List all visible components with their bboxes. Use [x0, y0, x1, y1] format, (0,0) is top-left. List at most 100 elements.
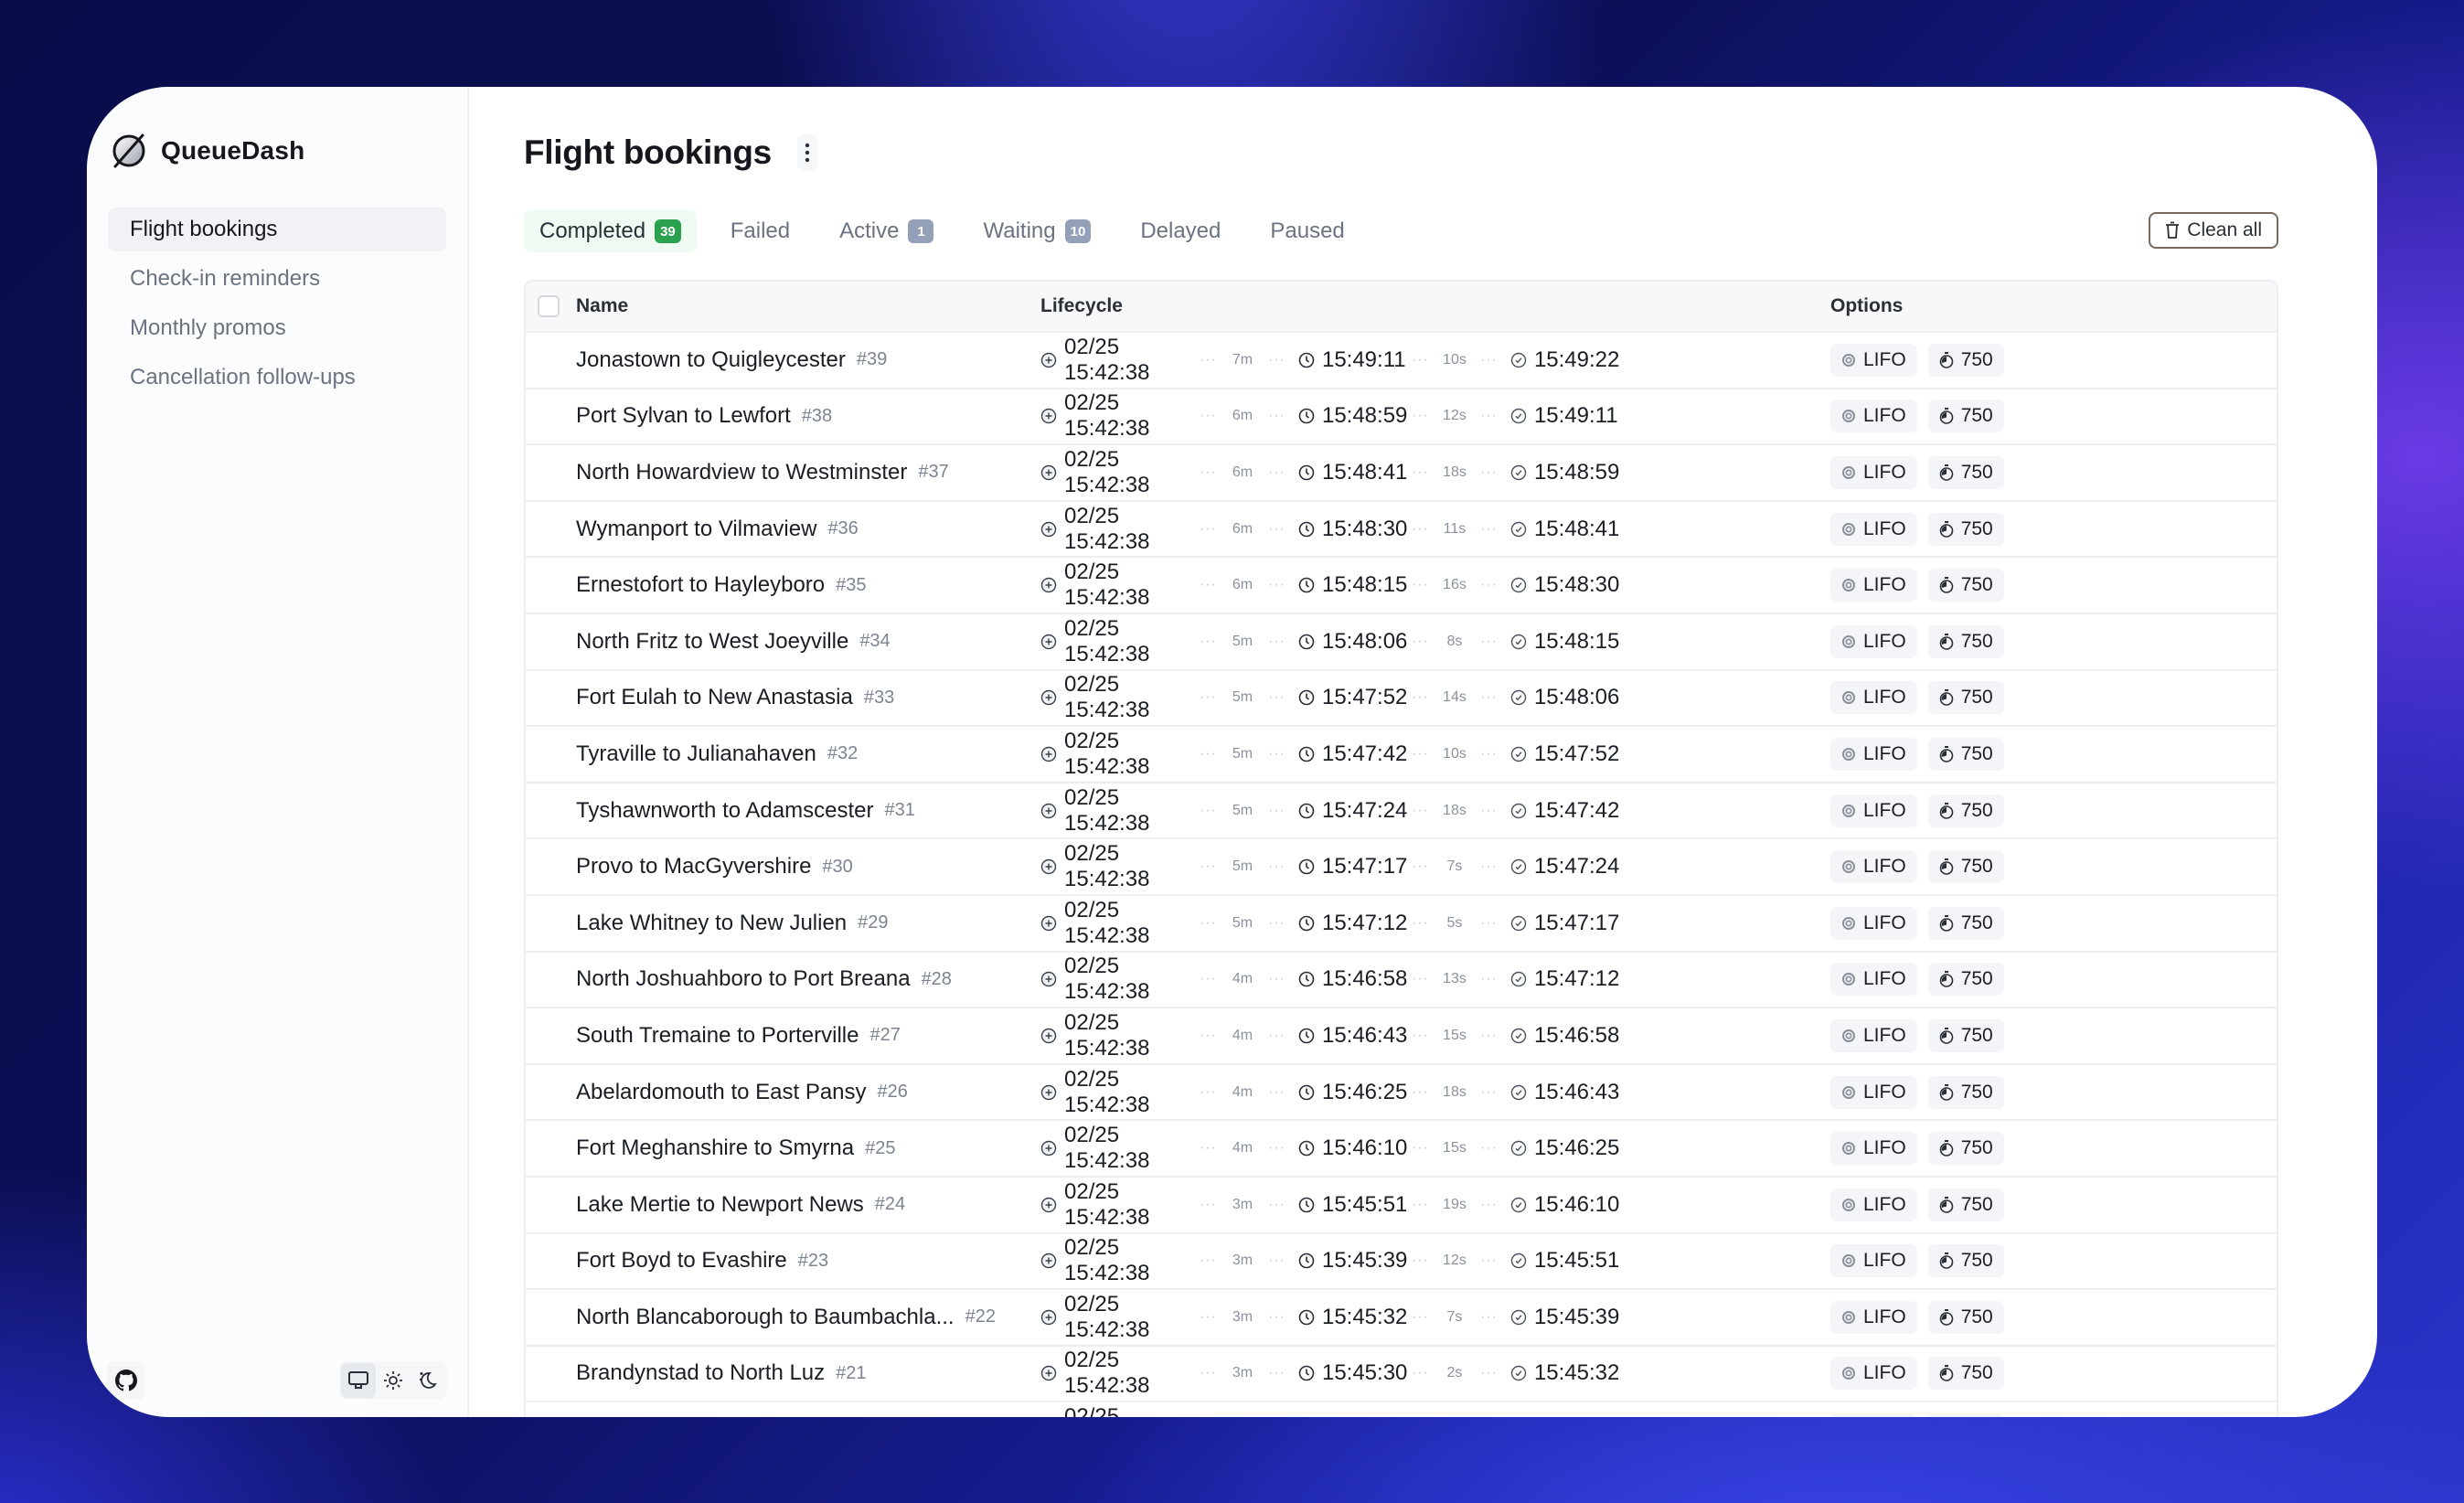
queue-menu-button[interactable] — [796, 134, 817, 171]
table-row[interactable]: Port Ryanville to North Hildegard#2002/2… — [526, 1402, 2277, 1417]
tab-failed[interactable]: Failed — [715, 210, 805, 252]
processed-time: 15:47:17 — [1298, 854, 1407, 879]
finished-timestamp: 15:46:43 — [1533, 1079, 1620, 1104]
table-row[interactable]: Wymanport to Vilmaview #36 02/25 15:42:38 ·… — [526, 502, 2277, 559]
sidebar-item-flight-bookings[interactable]: Flight bookings — [108, 208, 446, 251]
added-icon — [1040, 1140, 1057, 1157]
added-timestamp: 02/25 15:42:38 — [1064, 1291, 1150, 1342]
added-time: 02/25 15:42:38 — [1040, 390, 1187, 442]
table-row[interactable]: South Tremaine to Porterville #27 02/25 15… — [526, 1008, 2277, 1065]
tab-count-badge: 1 — [908, 219, 934, 243]
table-row[interactable]: Tyshawnworth to Adamscester #31 02/25 15:4… — [526, 783, 2277, 840]
priority-chip: 750 — [1927, 1413, 2004, 1417]
tab-label: Paused — [1270, 219, 1345, 243]
lifecycle-cell: 02/25 15:42:38 ··· 3m ··· 15:45:51 ··· 19s ··· 1… — [1040, 1179, 1830, 1231]
dots: ··· — [1267, 577, 1285, 593]
table-row[interactable]: North Fritz to West Joeyville #34 02/25 15… — [526, 614, 2277, 671]
run-duration: 19s — [1443, 1196, 1467, 1212]
dots: ··· — [1200, 858, 1217, 875]
table-body: Jonastown to Quigleycester #39 02/25 15:42… — [526, 333, 2277, 1417]
table-row[interactable]: Brandynstad to North Luz #21 02/25 15:42:3… — [526, 1347, 2277, 1403]
tab-completed[interactable]: Completed 39 — [524, 210, 697, 252]
clock-icon — [1298, 409, 1315, 424]
theme-dark-button[interactable] — [411, 1363, 445, 1398]
finished-timestamp: 15:47:12 — [1533, 966, 1620, 992]
added-time: 02/25 15:42:38 — [1040, 504, 1187, 555]
order-chip: LIFO — [1830, 1244, 1917, 1278]
wait-duration: 5m — [1232, 914, 1253, 931]
check-circle-icon — [1510, 352, 1527, 368]
dots: ··· — [1479, 1365, 1498, 1381]
table-row[interactable]: North Blancaborough to Baumbachla... #22 0… — [526, 1290, 2277, 1347]
timer-icon — [1939, 914, 1953, 932]
table-row[interactable]: North Joshuahboro to Port Breana #28 02/25… — [526, 953, 2277, 1009]
dots: ··· — [1200, 1365, 1217, 1381]
finished-time: 15:47:52 — [1510, 741, 1619, 767]
order-chip: LIFO — [1830, 737, 1917, 771]
github-button[interactable] — [107, 1361, 145, 1400]
tab-active[interactable]: Active 1 — [824, 210, 949, 252]
theme-light-button[interactable] — [376, 1363, 411, 1398]
table-row[interactable]: Fort Eulah to New Anastasia #33 02/25 15:4… — [526, 671, 2277, 728]
table-row[interactable]: Fort Meghanshire to Smyrna #25 02/25 15:42… — [526, 1121, 2277, 1178]
sidebar-item-check-in-reminders[interactable]: Check-in reminders — [108, 257, 446, 301]
clock-icon — [1298, 521, 1315, 537]
added-timestamp: 02/25 15:42:38 — [1064, 390, 1150, 442]
dots: ··· — [1267, 1083, 1285, 1100]
monitor-icon — [348, 1371, 368, 1389]
lifecycle-cell: 02/25 15:42:38 ··· 5m ··· 15:47:24 ··· 18s ··· 1… — [1040, 785, 1830, 837]
wait-duration: 4m — [1232, 1140, 1253, 1157]
dots: ··· — [1411, 577, 1429, 593]
table-row[interactable]: Tyraville to Julianahaven #32 02/25 15:42:… — [526, 727, 2277, 783]
table-row[interactable]: Lake Mertie to Newport News #24 02/25 15:4… — [526, 1178, 2277, 1234]
table-row[interactable]: Lake Whitney to New Julien #29 02/25 15:42… — [526, 896, 2277, 953]
table-row[interactable]: Jonastown to Quigleycester #39 02/25 15:42… — [526, 333, 2277, 389]
dots: ··· — [1200, 520, 1217, 537]
added-time: 02/25 15:42:38 — [1040, 1010, 1187, 1061]
wait-duration: 3m — [1232, 1308, 1253, 1325]
added-icon — [1040, 858, 1057, 875]
table-row[interactable]: Abelardomouth to East Pansy #26 02/25 15:4… — [526, 1065, 2277, 1122]
wait-duration: 6m — [1232, 408, 1253, 424]
priority-label: 750 — [1960, 1024, 1993, 1046]
order-chip: LIFO — [1830, 1018, 1917, 1052]
processed-time: 15:46:10 — [1298, 1135, 1407, 1161]
added-time: 02/25 15:42:38 — [1040, 954, 1187, 1005]
table-row[interactable]: Provo to MacGyvershire #30 02/25 15:42:38 ·… — [526, 839, 2277, 896]
clock-icon — [1298, 1084, 1315, 1100]
job-name: Wymanport to Vilmaview — [576, 516, 817, 541]
finished-time: 15:48:59 — [1510, 460, 1619, 485]
sidebar-item-monthly-promos[interactable]: Monthly promos — [108, 306, 446, 350]
tab-paused[interactable]: Paused — [1254, 210, 1360, 252]
tab-waiting[interactable]: Waiting 10 — [967, 210, 1106, 252]
dots: ··· — [1200, 351, 1217, 368]
table-row[interactable]: Fort Boyd to Evashire #23 02/25 15:42:38 ··… — [526, 1234, 2277, 1291]
dots: ··· — [1200, 1027, 1217, 1043]
dots: ··· — [1479, 351, 1498, 368]
options-cell: LIFO 750 — [1830, 1244, 2015, 1278]
added-time: 02/25 15:42:38 — [1040, 1179, 1187, 1231]
processed-timestamp: 15:48:41 — [1321, 459, 1408, 485]
priority-label: 750 — [1960, 517, 1993, 539]
table-row[interactable]: North Howardview to Westminster #37 02/25 … — [526, 445, 2277, 502]
order-label: LIFO — [1863, 405, 1906, 427]
run-duration: 14s — [1443, 689, 1467, 706]
table-row[interactable]: Ernestofort to Hayleyboro #35 02/25 15:42:… — [526, 558, 2277, 614]
clean-all-button[interactable]: Clean all — [2149, 212, 2278, 249]
select-all-checkbox[interactable] — [538, 295, 560, 317]
run-duration: 8s — [1446, 633, 1463, 649]
job-id: #22 — [965, 1306, 996, 1327]
added-icon — [1040, 464, 1057, 481]
job-name: Fort Meghanshire to Smyrna — [576, 1135, 855, 1161]
finished-timestamp: 15:46:25 — [1533, 1135, 1620, 1161]
tab-delayed[interactable]: Delayed — [1125, 210, 1236, 252]
priority-chip: 750 — [1927, 850, 2004, 884]
sidebar-item-cancellation-follow-ups[interactable]: Cancellation follow-ups — [108, 356, 446, 400]
table-row[interactable]: Port Sylvan to Lewfort #38 02/25 15:42:38 ·… — [526, 389, 2277, 446]
processed-time: 15:49:11 — [1298, 347, 1406, 373]
check-circle-icon — [1510, 1309, 1527, 1326]
lifecycle-cell: 02/25 15:42:38 ··· 3m ··· 15:45:30 ··· 2s ··· 15… — [1040, 1348, 1830, 1399]
order-chip: LIFO — [1830, 343, 1917, 377]
dots: ··· — [1267, 351, 1285, 368]
theme-system-button[interactable] — [341, 1363, 376, 1398]
